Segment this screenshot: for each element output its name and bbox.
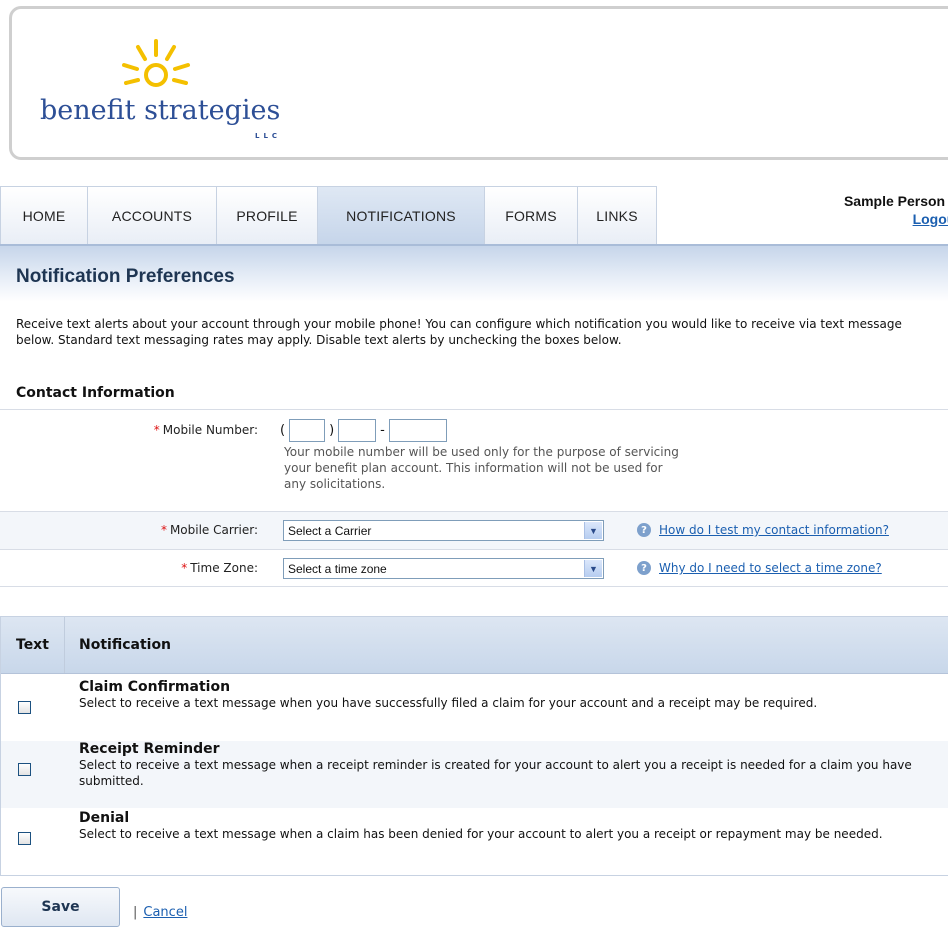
separator: | [133, 905, 138, 920]
tab-home[interactable]: HOME [0, 186, 88, 244]
notification-title: Claim Confirmation [79, 679, 231, 695]
table-header: Text Notification [1, 617, 948, 674]
mobile-line-input[interactable] [388, 419, 447, 442]
tab-profile[interactable]: PROFILE [216, 186, 318, 244]
mobile-prefix-input[interactable] [338, 419, 377, 442]
user-menu-toggle[interactable]: Sample Person▼ [844, 193, 948, 209]
main-nav: HOME ACCOUNTS PROFILE NOTIFICATIONS FORM… [0, 186, 657, 244]
mobile-carrier-value: Select a Carrier [288, 523, 372, 538]
tab-links[interactable]: LINKS [577, 186, 657, 244]
time-zone-row: * Time Zone: Select a time zone ▼ ? Why d… [0, 549, 948, 587]
mobile-carrier-select[interactable]: Select a Carrier ▼ [283, 520, 604, 541]
brand-name: benefit strategies [40, 95, 281, 126]
chevron-down-icon: ▼ [584, 522, 602, 539]
page-title: Notification Preferences [16, 266, 235, 287]
mobile-number-label: * Mobile Number: [153, 423, 258, 437]
tab-forms[interactable]: FORMS [484, 186, 578, 244]
required-icon: * [160, 523, 167, 537]
tab-notifications[interactable]: NOTIFICATIONS [317, 186, 485, 244]
test-contact-info-link[interactable]: How do I test my contact information? [659, 523, 889, 537]
contact-form: * Mobile Number: ( ) - Your mobile number… [0, 409, 948, 587]
required-icon: * [181, 561, 188, 575]
page-title-bar: Notification Preferences [0, 244, 948, 302]
mobile-number-note: Your mobile number will be used only for… [284, 445, 679, 491]
user-menu: Sample Person▼ Logout [844, 193, 948, 227]
time-zone-value: Select a time zone [288, 561, 387, 576]
claim-confirmation-checkbox[interactable] [18, 701, 31, 714]
receipt-reminder-checkbox[interactable] [18, 763, 31, 776]
denial-checkbox[interactable] [18, 832, 31, 845]
notification-title: Denial [79, 810, 130, 826]
table-row: Denial Select to receive a text message … [1, 810, 948, 877]
cancel-link[interactable]: Cancel [143, 905, 187, 920]
user-name: Sample Person [843, 193, 946, 209]
column-header-text: Text [16, 637, 49, 653]
notification-description: Select to receive a text message when a … [79, 827, 883, 841]
tab-accounts[interactable]: ACCOUNTS [87, 186, 217, 244]
contact-section-title: Contact Information [16, 385, 175, 401]
table-row: Claim Confirmation Select to receive a t… [1, 679, 948, 746]
time-zone-select[interactable]: Select a time zone ▼ [283, 558, 604, 579]
mobile-carrier-row: * Mobile Carrier: Select a Carrier ▼ ? Ho… [0, 511, 948, 549]
timezone-help: ? Why do I need to select a time zone? [637, 561, 882, 575]
carrier-help: ? How do I test my contact information? [637, 523, 889, 537]
table-row: Receipt Reminder Select to receive a tex… [1, 741, 948, 808]
sun-icon [122, 39, 190, 87]
save-button[interactable]: Save [1, 887, 120, 927]
intro-text: Receive text alerts about your account t… [16, 317, 902, 347]
help-icon: ? [637, 523, 651, 537]
company-logo[interactable]: benefit strategies LLC [40, 35, 330, 160]
mobile-carrier-label: * Mobile Carrier: [160, 523, 258, 537]
mobile-number-inputs: ( ) - [280, 419, 451, 442]
mobile-number-row: * Mobile Number: ( ) - Your mobile number… [0, 409, 948, 511]
notification-description: Select to receive a text message when a … [79, 758, 912, 788]
cancel-area: | Cancel [133, 905, 187, 920]
notifications-table: Text Notification Claim Confirmation Sel… [0, 616, 948, 876]
required-icon: * [153, 423, 160, 437]
why-time-zone-link[interactable]: Why do I need to select a time zone? [659, 561, 882, 575]
brand-suffix: LLC [255, 132, 282, 140]
help-icon: ? [637, 561, 651, 575]
notification-description: Select to receive a text message when yo… [79, 696, 818, 710]
column-header-notification: Notification [79, 637, 172, 653]
chevron-down-icon: ▼ [584, 560, 602, 577]
header-banner: benefit strategies LLC [9, 6, 948, 160]
mobile-area-code-input[interactable] [289, 419, 326, 442]
logout-link[interactable]: Logout [844, 211, 948, 227]
time-zone-label: * Time Zone: [181, 561, 258, 575]
notification-title: Receipt Reminder [79, 741, 220, 757]
